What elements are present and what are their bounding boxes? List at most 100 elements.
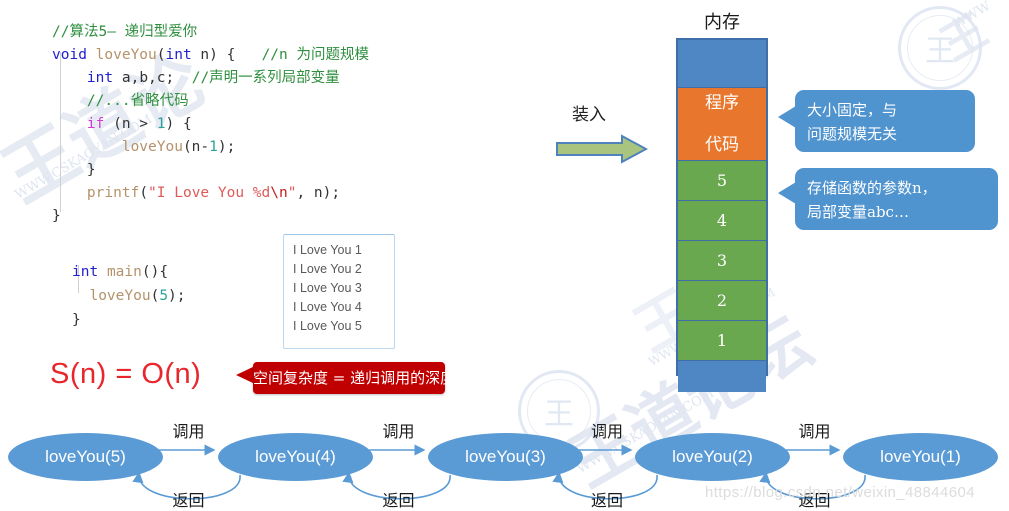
code-listing-function: //算法5— 递归型爱你 void loveYou(int n) { //n 为… [52, 21, 369, 228]
space-complexity-banner: 空间复杂度 = 递归调用的深度 [253, 362, 456, 394]
code-token: loveYou [89, 287, 151, 304]
memory-cell-label: 程序 [705, 92, 739, 113]
code-token: int [72, 263, 99, 280]
console-output-line: I Love You 3 [293, 281, 362, 295]
code-token: void [52, 46, 87, 63]
recursion-node-5[interactable]: loveYou(5) [8, 433, 163, 481]
watermark-site-top-right: WWW [950, 0, 994, 33]
code-token: \n [270, 184, 288, 201]
memory-cell-程序代码: 程序 代码 [678, 88, 766, 161]
return-edge-label: 返回 [382, 491, 415, 510]
code-token: loveYou [121, 138, 183, 155]
memory-cell-5: 5 [678, 161, 766, 201]
callout-stack-frame: 存储函数的参数n， 局部变量abc… [778, 168, 998, 230]
callout-line: 大小固定，与 [807, 101, 898, 119]
memory-cell-label: 5 [716, 171, 728, 190]
code-token: } [52, 207, 61, 224]
code-token: //n 为问题规模 [261, 46, 369, 63]
code-token: a,b,c [121, 69, 166, 86]
code-token: main [106, 263, 142, 280]
code-token: ); [217, 138, 236, 155]
code-token: 5 [159, 287, 169, 304]
return-edge-label: 返回 [172, 491, 205, 510]
code-token: , n); [296, 184, 341, 201]
call-edge-label: 调用 [172, 422, 205, 441]
console-output-line: I Love You 2 [293, 262, 362, 276]
code-token: (){ [141, 263, 169, 280]
recursion-node-2[interactable]: loveYou(2) [635, 433, 790, 481]
code-token: //声明一系列局部变量 [191, 69, 340, 86]
code-token: (n > [104, 115, 157, 132]
watermark-brand-top-right: 王 [932, 4, 997, 71]
memory-title: 内存 [704, 12, 740, 33]
callout-code-size: 大小固定，与 问题规模无关 [778, 90, 975, 152]
watermark-logo-top-right: 王 [898, 6, 982, 90]
code-token: ( [150, 287, 160, 304]
load-arrow-icon [556, 134, 648, 164]
code-token: if [86, 115, 105, 132]
code-token: n [191, 46, 210, 63]
recursion-node-label: loveYou(2) [672, 447, 753, 466]
console-output-lines: I Love You 1 I Love You 2 I Love You 3 I Lo… [284, 235, 394, 336]
watermark-url: https://blog.csdn.net/weixin_48844604 [705, 484, 975, 501]
memory-cell-label: 1 [716, 331, 728, 350]
code-token: int [86, 69, 114, 86]
code-token: printf [86, 184, 140, 201]
code-token: ); [168, 287, 186, 304]
code-token: (n- [182, 138, 210, 155]
callout-line: 局部变量abc… [807, 203, 909, 221]
console-output-line: I Love You 5 [293, 319, 362, 333]
callout-tail-icon [778, 106, 796, 128]
code-token: int [165, 46, 192, 63]
load-arrow-label: 装入 [572, 105, 606, 125]
code-token: } [72, 311, 81, 328]
recursion-node-1[interactable]: loveYou(1) [843, 433, 998, 481]
memory-cell-4: 4 [678, 201, 766, 241]
code-token: ( [156, 46, 166, 63]
code-token: } [52, 161, 96, 178]
memory-cell-label: 4 [716, 211, 728, 230]
code-token: 1 [209, 138, 218, 155]
space-complexity-formula: S(n) = O(n) [50, 358, 202, 390]
watermark-logo-glyph: 王 [925, 34, 955, 69]
recursion-node-label: loveYou(5) [45, 447, 126, 466]
recursion-node-4[interactable]: loveYou(4) [218, 433, 373, 481]
recursion-node-label: loveYou(1) [880, 447, 961, 466]
code-token: "I Love You %d [148, 184, 271, 201]
code-token: 1 [156, 115, 166, 132]
space-complexity-banner-label: 空间复杂度 = 递归调用的深度 [253, 369, 456, 387]
callout-tail-icon [778, 182, 796, 204]
return-edge-label: 返回 [591, 491, 624, 510]
memory-cell-label: 代码 [705, 134, 739, 155]
call-edge-label: 调用 [591, 422, 624, 441]
memory-cell-3: 3 [678, 241, 766, 281]
slide-canvas: 王 王 WWW 王道论 WWW.CSKAOYAN.COM 王 王道论坛 WWW.… [0, 0, 1009, 510]
watermark-logo-inner-ring [907, 15, 973, 81]
memory-cell-label: 2 [716, 291, 728, 310]
recursion-node-label: loveYou(3) [465, 447, 546, 466]
recursion-node-label: loveYou(4) [255, 447, 336, 466]
code-token: ) { [209, 46, 236, 63]
console-output-line: I Love You 4 [293, 300, 362, 314]
call-edge-label: 调用 [798, 422, 831, 441]
code-token: ) { [165, 115, 192, 132]
code-token: loveYou [95, 46, 157, 63]
memory-column: 程序代码 5 4 3 2 1 [676, 38, 768, 392]
recursion-node-3[interactable]: loveYou(3) [428, 433, 583, 481]
callout-line: 问题规模无关 [807, 125, 898, 143]
code-token: //...省略代码 [86, 92, 189, 109]
memory-cell-2: 2 [678, 281, 766, 321]
console-output-panel: I Love You 1 I Love You 2 I Love You 3 I Lo… [283, 234, 395, 349]
memory-cell-1: 1 [678, 321, 766, 361]
memory-cell-empty [678, 361, 766, 392]
